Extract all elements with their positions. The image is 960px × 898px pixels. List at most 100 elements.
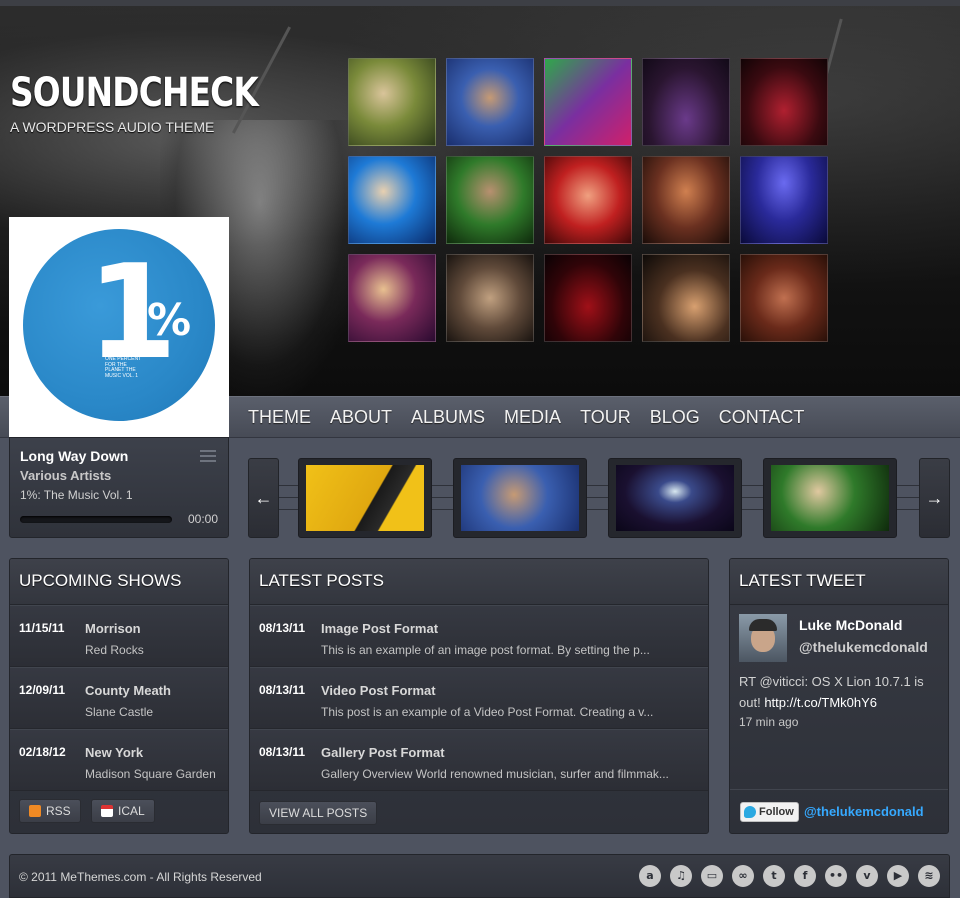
player-progress-bar[interactable] xyxy=(20,516,172,523)
show-city[interactable]: New York xyxy=(85,745,143,760)
itunes-icon[interactable]: ♫ xyxy=(670,865,692,887)
latest-posts-title: LATEST POSTS xyxy=(250,559,708,605)
avatar[interactable] xyxy=(739,614,787,662)
show-date: 02/18/12 xyxy=(19,745,66,759)
show-row[interactable]: 12/09/11 County Meath Slane Castle xyxy=(10,667,228,729)
playlist-icon[interactable] xyxy=(200,450,216,464)
nav-item-media[interactable]: MEDIA xyxy=(495,397,571,439)
gallery-thumb[interactable] xyxy=(446,58,534,146)
rss-icon[interactable]: ≋ xyxy=(918,865,940,887)
site-logo[interactable]: SOUNDCHECK xyxy=(10,70,259,116)
post-title[interactable]: Video Post Format xyxy=(321,683,436,698)
nav-item-about[interactable]: ABOUT xyxy=(321,397,402,439)
carousel-next-button[interactable]: → xyxy=(919,458,950,538)
gallery-thumb[interactable] xyxy=(740,156,828,244)
post-excerpt: This post is an example of a Video Post … xyxy=(321,705,654,719)
gallery-thumb[interactable] xyxy=(740,58,828,146)
photo-gallery xyxy=(348,58,830,342)
carousel-slide[interactable] xyxy=(608,458,742,538)
gallery-thumb[interactable] xyxy=(446,156,534,244)
show-row[interactable]: 02/18/12 New York Madison Square Garden xyxy=(10,729,228,791)
twitter-icon[interactable]: t xyxy=(763,865,785,887)
carousel-slide[interactable] xyxy=(763,458,897,538)
tweet-link[interactable]: http://t.co/TMk0hY6 xyxy=(764,695,877,710)
rss-button[interactable]: RSS xyxy=(19,799,81,823)
media-carousel: ← → xyxy=(248,458,950,538)
gallery-thumb[interactable] xyxy=(642,156,730,244)
carousel-prev-button[interactable]: ← xyxy=(248,458,279,538)
tweet-time[interactable]: 17 min ago xyxy=(739,715,798,729)
view-all-posts-button[interactable]: VIEW ALL POSTS xyxy=(259,801,378,825)
vimeo-icon[interactable]: v xyxy=(856,865,878,887)
ical-button-label: ICAL xyxy=(118,804,145,818)
gallery-thumb[interactable] xyxy=(446,254,534,342)
post-row[interactable]: 08/13/11 Video Post Format This post is … xyxy=(250,667,708,729)
facebook-icon[interactable]: f xyxy=(794,865,816,887)
show-date: 12/09/11 xyxy=(19,683,66,697)
site-footer: © 2011 MeThemes.com - All Rights Reserve… xyxy=(9,854,950,898)
album-cover-text: ONE PERCENT FOR THE PLANET THE MUSIC VOL… xyxy=(105,356,142,379)
post-excerpt: This is an example of an image post form… xyxy=(321,643,650,657)
show-venue: Slane Castle xyxy=(85,705,154,719)
post-row[interactable]: 08/13/11 Gallery Post Format Gallery Ove… xyxy=(250,729,708,791)
nav-item-albums[interactable]: ALBUMS xyxy=(402,397,495,439)
gallery-thumb[interactable] xyxy=(642,58,730,146)
nav-item-contact[interactable]: CONTACT xyxy=(709,397,814,439)
nav-item-tour[interactable]: TOUR xyxy=(571,397,641,439)
gallery-thumb[interactable] xyxy=(740,254,828,342)
nav-item-blog[interactable]: BLOG xyxy=(640,397,709,439)
carousel-slide[interactable] xyxy=(453,458,587,538)
player-time: 00:00 xyxy=(188,512,219,526)
carousel-slide-image xyxy=(771,465,889,531)
amazon-icon[interactable]: a xyxy=(639,865,661,887)
latest-tweet-title: LATEST TWEET xyxy=(730,559,948,605)
show-venue: Madison Square Garden xyxy=(85,767,216,781)
rss-button-label: RSS xyxy=(46,804,71,818)
gallery-thumb[interactable] xyxy=(348,254,436,342)
tweet-author-handle[interactable]: @thelukemcdonald xyxy=(799,639,928,655)
nav-item-theme[interactable]: THEME xyxy=(248,397,321,439)
main-nav: THEME ABOUT ALBUMS MEDIA TOUR BLOG CONTA… xyxy=(248,397,814,439)
album-cover[interactable]: 1 % ONE PERCENT FOR THE PLANET THE MUSIC… xyxy=(9,217,229,437)
lastfm-icon[interactable]: ▭ xyxy=(701,865,723,887)
player-song-title: Long Way Down xyxy=(20,448,129,464)
show-row[interactable]: 11/15/11 Morrison Red Rocks xyxy=(10,605,228,667)
show-city[interactable]: Morrison xyxy=(85,621,141,636)
twitter-bird-icon xyxy=(744,806,756,818)
gallery-thumb[interactable] xyxy=(544,58,632,146)
gallery-thumb[interactable] xyxy=(348,58,436,146)
youtube-icon[interactable]: ▶ xyxy=(887,865,909,887)
carousel-slide-image xyxy=(461,465,579,531)
tweet-text: RT @viticci: OS X Lion 10.7.1 is out! ht… xyxy=(739,671,939,713)
carousel-slide-image xyxy=(306,465,424,531)
follow-label: Follow xyxy=(759,806,794,818)
carousel-slide-image xyxy=(616,465,734,531)
post-title[interactable]: Image Post Format xyxy=(321,621,438,636)
tweet-author-name[interactable]: Luke McDonald xyxy=(799,617,902,633)
gallery-thumb[interactable] xyxy=(348,156,436,244)
post-date: 08/13/11 xyxy=(259,745,306,759)
top-bar xyxy=(0,0,960,6)
gallery-thumb[interactable] xyxy=(642,254,730,342)
lastfm-alt-icon[interactable]: ∞ xyxy=(732,865,754,887)
calendar-icon xyxy=(101,805,113,817)
post-title[interactable]: Gallery Post Format xyxy=(321,745,445,760)
twitter-follow-button[interactable]: Follow xyxy=(740,802,799,822)
flickr-icon[interactable]: •• xyxy=(825,865,847,887)
player-album: 1%: The Music Vol. 1 xyxy=(20,488,133,502)
follow-handle-link[interactable]: @thelukemcdonald xyxy=(804,804,924,819)
latest-tweet-panel: LATEST TWEET Luke McDonald @thelukemcdon… xyxy=(729,558,949,834)
carousel-slide[interactable] xyxy=(298,458,432,538)
audio-player: Long Way Down Various Artists 1%: The Mu… xyxy=(9,437,229,538)
avatar-hat xyxy=(749,619,777,631)
post-date: 08/13/11 xyxy=(259,683,306,697)
show-city[interactable]: County Meath xyxy=(85,683,171,698)
gallery-thumb[interactable] xyxy=(544,254,632,342)
social-icons: a ♫ ▭ ∞ t f •• v ▶ ≋ xyxy=(639,865,940,887)
post-date: 08/13/11 xyxy=(259,621,306,635)
post-row[interactable]: 08/13/11 Image Post Format This is an ex… xyxy=(250,605,708,667)
post-excerpt: Gallery Overview World renowned musician… xyxy=(321,767,669,781)
ical-button[interactable]: ICAL xyxy=(91,799,155,823)
upcoming-shows-title: UPCOMING SHOWS xyxy=(10,559,228,605)
gallery-thumb[interactable] xyxy=(544,156,632,244)
